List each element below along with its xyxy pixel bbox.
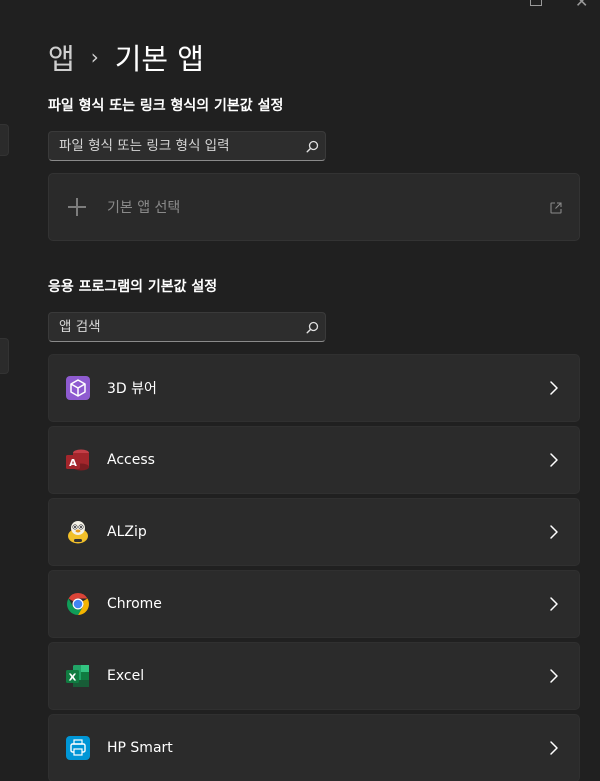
external-link-icon bbox=[549, 200, 563, 214]
app-row-access[interactable]: A Access bbox=[48, 426, 580, 494]
search-icon[interactable] bbox=[299, 132, 325, 160]
breadcrumb-parent-apps[interactable]: 앱 bbox=[48, 36, 75, 78]
3d-viewer-icon bbox=[65, 375, 91, 401]
breadcrumb: 앱 › 기본 앱 bbox=[48, 36, 204, 78]
apps-section-title: 응용 프로그램의 기본값 설정 bbox=[48, 279, 218, 295]
sidebar-item-partial[interactable] bbox=[0, 124, 9, 156]
app-row-hp-smart[interactable]: HP Smart bbox=[48, 714, 580, 781]
chevron-right-icon bbox=[549, 596, 559, 612]
chevron-right-icon bbox=[549, 380, 559, 396]
app-row-3d-viewer[interactable]: 3D 뷰어 bbox=[48, 354, 580, 422]
chevron-right-icon bbox=[549, 668, 559, 684]
choose-default-app-card[interactable]: 기본 앱 선택 bbox=[48, 173, 580, 241]
search-icon[interactable] bbox=[299, 313, 325, 341]
app-name: ALZip bbox=[107, 524, 147, 540]
excel-icon: X bbox=[65, 663, 91, 689]
app-name: Chrome bbox=[107, 596, 162, 612]
alzip-icon bbox=[65, 519, 91, 545]
file-type-search-input[interactable] bbox=[49, 132, 299, 160]
file-type-section-title: 파일 형식 또는 링크 형식의 기본값 설정 bbox=[48, 98, 284, 114]
chevron-right-icon bbox=[549, 524, 559, 540]
svg-text:A: A bbox=[69, 458, 77, 469]
app-name: HP Smart bbox=[107, 740, 173, 756]
access-icon: A bbox=[65, 447, 91, 473]
app-row-chrome[interactable]: Chrome bbox=[48, 570, 580, 638]
svg-text:X: X bbox=[69, 673, 77, 684]
app-search-input[interactable] bbox=[49, 313, 299, 341]
app-search-box bbox=[48, 312, 326, 342]
file-type-search-box bbox=[48, 131, 326, 161]
page-title: 기본 앱 bbox=[114, 42, 204, 76]
app-row-excel[interactable]: X Excel bbox=[48, 642, 580, 710]
close-icon[interactable]: ✕ bbox=[575, 0, 588, 11]
choose-default-app-label: 기본 앱 선택 bbox=[107, 200, 181, 216]
plus-icon bbox=[67, 197, 87, 217]
maximize-icon[interactable] bbox=[530, 0, 542, 6]
default-apps-page: ✕ 앱 › 기본 앱 파일 형식 또는 링크 형식의 기본값 설정 기본 앱 선… bbox=[0, 0, 600, 781]
chevron-right-icon bbox=[549, 452, 559, 468]
app-row-alzip[interactable]: ALZip bbox=[48, 498, 580, 566]
chrome-icon bbox=[65, 591, 91, 617]
app-name: Access bbox=[107, 452, 155, 468]
sidebar-item-partial[interactable] bbox=[0, 338, 9, 374]
breadcrumb-separator-icon: › bbox=[90, 45, 99, 69]
chevron-right-icon bbox=[549, 740, 559, 756]
app-name: 3D 뷰어 bbox=[107, 381, 157, 397]
hp-smart-icon bbox=[65, 735, 91, 761]
app-name: Excel bbox=[107, 668, 145, 684]
